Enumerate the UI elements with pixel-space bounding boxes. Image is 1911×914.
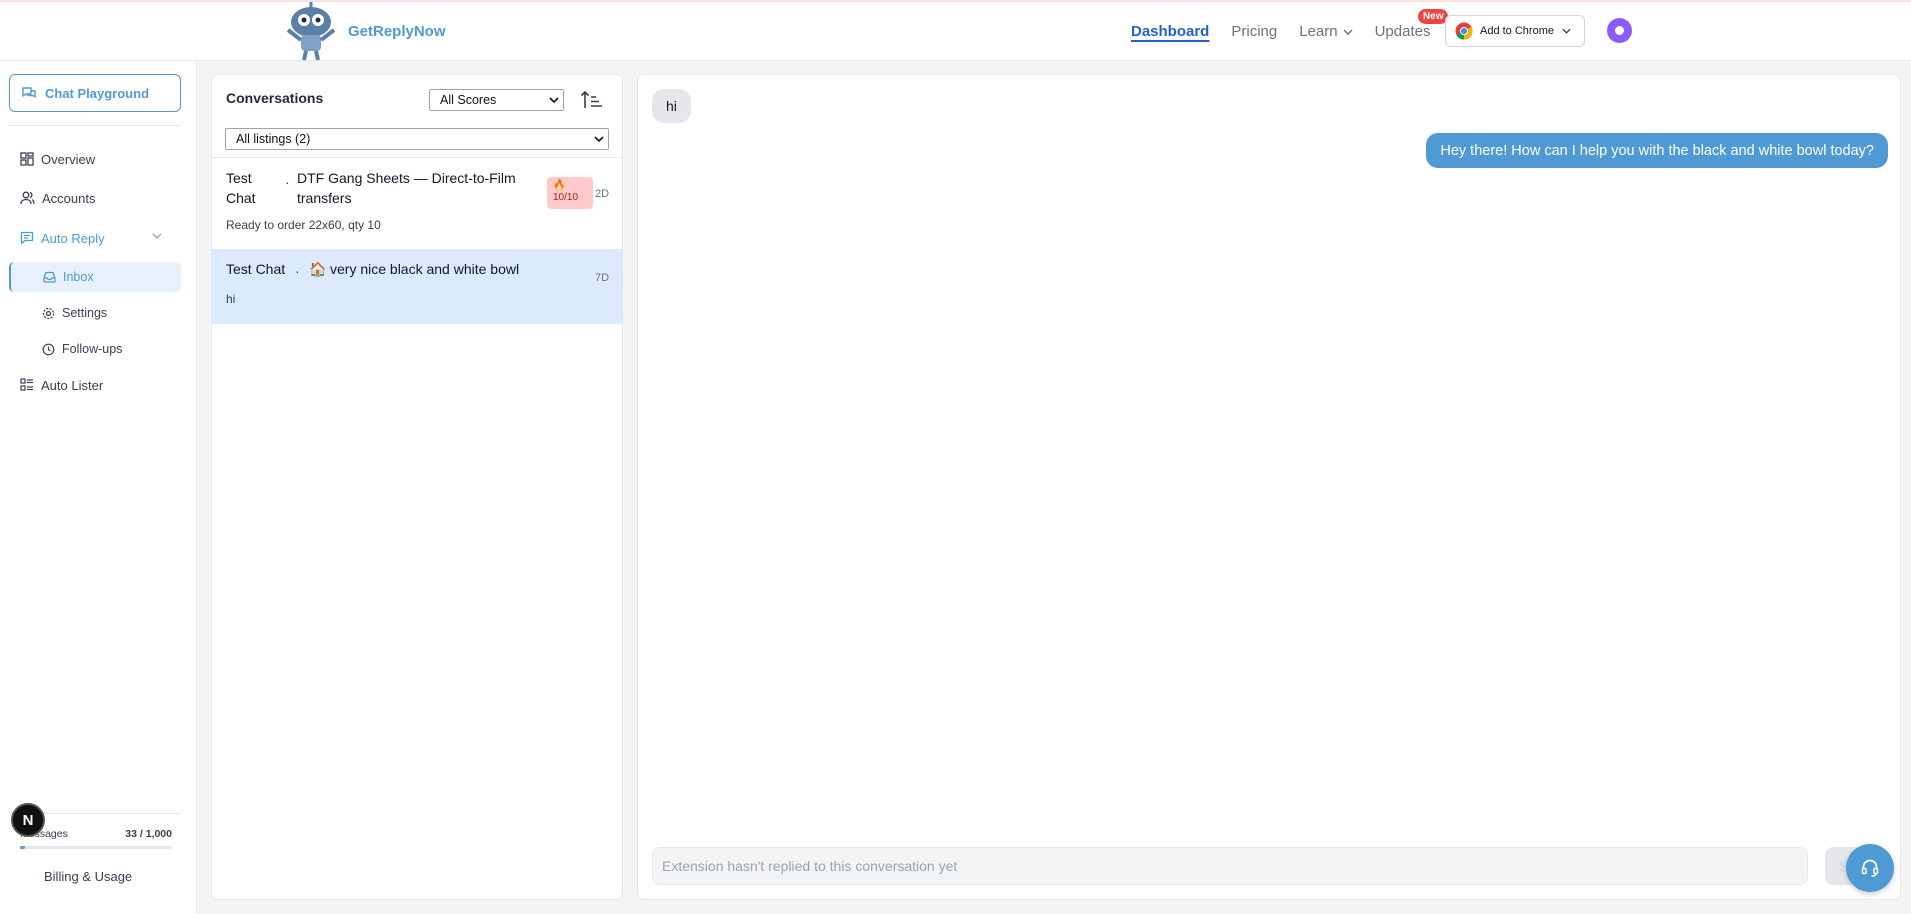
- reply-input[interactable]: Extension hasn't replied to this convers…: [652, 847, 1808, 885]
- clock-icon: [42, 343, 55, 355]
- conversation-name: Test Chat: [226, 261, 286, 277]
- sort-ascending-icon: [580, 90, 602, 108]
- conversation-preview: hi: [226, 292, 236, 306]
- nav-pricing[interactable]: Pricing: [1231, 23, 1277, 40]
- conversation-time: 2D: [595, 188, 610, 200]
- sort-button[interactable]: [580, 89, 604, 111]
- add-to-chrome-button[interactable]: Add to Chrome: [1445, 15, 1585, 47]
- brand-logo[interactable]: GetReplyNow: [276, 2, 446, 61]
- listing-filter-value: All listings (2): [236, 132, 311, 146]
- sidebar-item-inbox[interactable]: Inbox: [9, 262, 181, 292]
- sidebar-item-label: Follow-ups: [62, 342, 123, 356]
- brand-name: GetReplyNow: [348, 23, 446, 40]
- chat-icon: [20, 231, 34, 245]
- score-filter-select[interactable]: All Scores: [429, 89, 564, 111]
- sidebar-item-auto-reply[interactable]: Auto Reply: [9, 223, 181, 253]
- nav-dashboard[interactable]: Dashboard: [1131, 23, 1209, 40]
- chat-bubbles-icon: [22, 86, 36, 98]
- users-icon: [20, 191, 35, 205]
- sidebar-item-label: Settings: [62, 306, 108, 320]
- conversation-listing: DTF Gang Sheets — Direct-to-Film transfe…: [297, 170, 516, 206]
- chat-playground-label: Chat Playground: [45, 85, 150, 101]
- conversations-title: Conversations: [226, 90, 324, 106]
- outgoing-message: Hey there! How can I help you with the b…: [1426, 133, 1888, 168]
- chevron-down-icon: [1343, 28, 1353, 35]
- score-filter-value: All Scores: [440, 93, 497, 107]
- nav-updates[interactable]: Updates New: [1374, 9, 1449, 40]
- sidebar-item-accounts[interactable]: Accounts: [9, 183, 181, 213]
- usage-value: 33 / 1,000: [125, 828, 172, 840]
- billing-label: Billing & Usage: [44, 868, 133, 884]
- chrome-icon: [1455, 22, 1473, 40]
- conversation-separator: ·: [285, 174, 290, 190]
- listing-filter-select[interactable]: All listings (2): [225, 128, 609, 150]
- conversations-panel: Conversations All Scores All listings (2…: [211, 74, 623, 900]
- lead-score-value: 10/10: [553, 192, 579, 203]
- lead-score-badge: 🔥 10/10: [547, 177, 593, 209]
- conversation-item[interactable]: Test Chat · DTF Gang Sheets — Direct-to-…: [212, 158, 622, 249]
- user-avatar[interactable]: [1607, 18, 1632, 43]
- listing-house-icon: 🏠: [309, 261, 327, 277]
- sidebar-item-label: Auto Reply: [41, 230, 105, 246]
- headset-icon: [1861, 859, 1879, 877]
- sidebar-item-settings[interactable]: Settings: [9, 298, 181, 328]
- usage-progress-fill: [20, 846, 26, 849]
- fire-icon: 🔥: [553, 180, 566, 191]
- billing-usage-link[interactable]: Billing & Usage: [9, 864, 132, 888]
- sidebar-item-follow-ups[interactable]: Follow-ups: [9, 334, 181, 364]
- sidebar-divider: [9, 125, 181, 126]
- chevron-down-icon: [594, 136, 604, 143]
- n-floating-badge[interactable]: N: [11, 803, 45, 837]
- sidebar-item-label: Auto Lister: [41, 377, 104, 393]
- nav-learn-label: Learn: [1299, 23, 1338, 40]
- support-chat-button[interactable]: [1846, 844, 1894, 892]
- chevron-down-icon: [549, 97, 559, 104]
- robot-mascot-icon: [276, 2, 346, 61]
- chat-panel: hi Hey there! How can I help you with th…: [637, 74, 1901, 900]
- usage-progress-bar: [20, 846, 172, 849]
- conversation-name: Test Chat: [226, 170, 256, 206]
- incoming-message: hi: [652, 89, 691, 123]
- chevron-down-icon: [152, 233, 162, 239]
- sidebar-item-overview[interactable]: Overview: [9, 144, 181, 174]
- grid-icon: [20, 152, 34, 166]
- conversation-item-active[interactable]: Test Chat · 🏠 very nice black and white …: [212, 250, 622, 324]
- nav-updates-label: Updates: [1374, 23, 1431, 40]
- main-nav: Dashboard Pricing Learn Updates New: [1131, 2, 1452, 61]
- conversation-listing: very nice black and white bowl: [330, 261, 520, 277]
- conversation-time: 7D: [595, 272, 610, 284]
- inbox-icon: [43, 271, 56, 283]
- sidebar-item-auto-lister[interactable]: Auto Lister: [9, 370, 181, 400]
- new-badge: New: [1417, 9, 1449, 24]
- conversation-separator: ·: [295, 263, 300, 279]
- top-header: GetReplyNow Dashboard Pricing Learn Upda…: [0, 2, 1911, 61]
- sidebar: Chat Playground Overview Accounts Auto R…: [0, 61, 197, 914]
- sidebar-item-label: Accounts: [42, 190, 96, 206]
- list-icon: [20, 378, 33, 391]
- chat-playground-button[interactable]: Chat Playground: [9, 74, 181, 112]
- conversation-preview: Ready to order 22x60, qty 10: [226, 218, 381, 232]
- chevron-down-icon: [1562, 28, 1571, 34]
- sidebar-item-label: Overview: [41, 151, 96, 167]
- add-to-chrome-label: Add to Chrome: [1480, 25, 1554, 37]
- nav-learn[interactable]: Learn: [1299, 23, 1353, 40]
- sidebar-item-label: Inbox: [63, 270, 94, 284]
- avatar-icon: [1615, 26, 1624, 35]
- gear-icon: [42, 307, 55, 319]
